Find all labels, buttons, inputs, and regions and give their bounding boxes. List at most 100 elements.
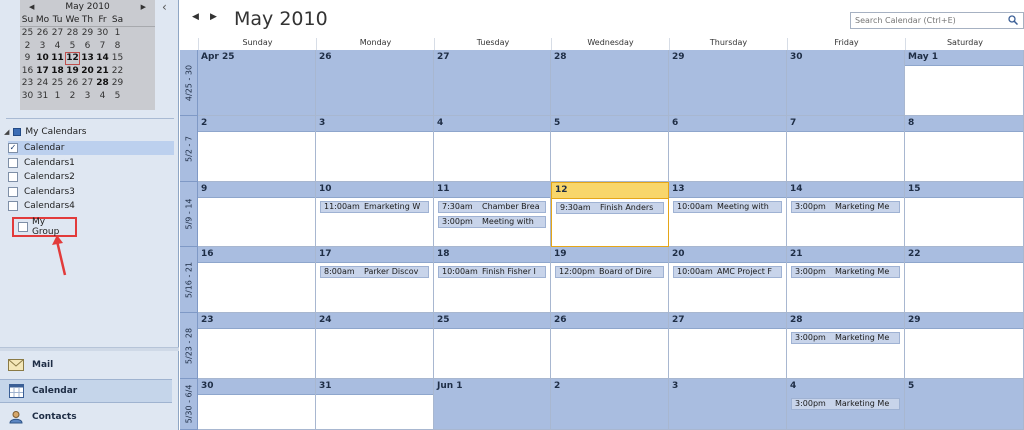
- mini-day[interactable]: 17: [35, 65, 50, 78]
- day-number[interactable]: 30: [787, 50, 904, 66]
- day-number[interactable]: 2: [551, 379, 668, 395]
- mini-day[interactable]: 10: [35, 52, 50, 65]
- mini-day[interactable]: 5: [110, 90, 125, 103]
- day-number[interactable]: 4: [787, 379, 904, 395]
- day-cell[interactable]: 28: [551, 50, 669, 116]
- search-input[interactable]: [850, 12, 1024, 29]
- day-number[interactable]: 11: [434, 182, 550, 198]
- week-label[interactable]: 5/23 - 28: [180, 313, 198, 379]
- previous-month-icon[interactable]: ◀: [192, 12, 199, 22]
- appointment[interactable]: 8:00am Parker Discov: [320, 266, 429, 278]
- day-number[interactable]: 17: [316, 247, 433, 263]
- day-number[interactable]: 29: [669, 50, 786, 66]
- appointment[interactable]: 9:30am Finish Anders: [556, 202, 664, 214]
- day-cell[interactable]: 9: [198, 182, 316, 247]
- day-number[interactable]: 6: [669, 116, 786, 132]
- day-cell[interactable]: 23: [198, 313, 316, 379]
- search-icon[interactable]: [1008, 15, 1018, 25]
- day-cell[interactable]: Jun 1: [434, 379, 551, 430]
- day-number[interactable]: 19: [551, 247, 668, 263]
- day-cell[interactable]: 25: [434, 313, 551, 379]
- day-number[interactable]: Apr 25: [198, 50, 315, 66]
- day-cell[interactable]: Apr 25: [198, 50, 316, 116]
- mini-day[interactable]: 24: [35, 77, 50, 90]
- mini-day[interactable]: 27: [80, 77, 95, 90]
- mini-day[interactable]: 3: [35, 40, 50, 53]
- day-number[interactable]: May 1: [905, 50, 1023, 66]
- mini-day[interactable]: 7: [95, 40, 110, 53]
- day-cell[interactable]: 16: [198, 247, 316, 313]
- mini-day[interactable]: 29: [110, 77, 125, 90]
- next-month-arrow-icon[interactable]: ▶: [141, 0, 146, 14]
- appointment[interactable]: 12:00pm Board of Dire: [555, 266, 664, 278]
- day-cell[interactable]: 2: [551, 379, 669, 430]
- mini-day[interactable]: 11: [50, 52, 65, 65]
- week-label[interactable]: 5/2 - 7: [180, 116, 198, 182]
- mini-day[interactable]: 5: [65, 40, 80, 53]
- day-number[interactable]: 16: [198, 247, 315, 263]
- mini-day[interactable]: 28: [65, 27, 80, 40]
- prev-month-arrow-icon[interactable]: ◀: [29, 0, 34, 14]
- day-cell[interactable]: May 1: [905, 50, 1024, 116]
- day-cell[interactable]: 27: [434, 50, 551, 116]
- mini-day[interactable]: 26: [65, 77, 80, 90]
- mini-day[interactable]: 28: [95, 77, 110, 90]
- day-cell[interactable]: 19 12:00pm Board of Dire: [551, 247, 669, 313]
- day-number[interactable]: 22: [905, 247, 1023, 263]
- day-cell[interactable]: 28 3:00pm Marketing Me: [787, 313, 905, 379]
- calendar-list-item[interactable]: Calendars4: [8, 199, 174, 213]
- day-number[interactable]: 21: [787, 247, 904, 263]
- calendar-list-item[interactable]: Calendars1: [8, 156, 174, 170]
- day-cell[interactable]: 26: [551, 313, 669, 379]
- appointment[interactable]: 11:00am Emarketing W: [320, 201, 429, 213]
- day-number[interactable]: 30: [198, 379, 315, 395]
- mini-day[interactable]: 6: [80, 40, 95, 53]
- mini-day[interactable]: 30: [95, 27, 110, 40]
- day-cell[interactable]: 3: [669, 379, 787, 430]
- day-cell[interactable]: 11 7:30am Chamber Brea 3:00pm Meeting with: [434, 182, 551, 247]
- mini-day[interactable]: 18: [50, 65, 65, 78]
- day-cell[interactable]: 29: [669, 50, 787, 116]
- appointment[interactable]: 10:00am AMC Project F: [673, 266, 782, 278]
- day-number[interactable]: 27: [434, 50, 550, 66]
- day-cell[interactable]: 29: [905, 313, 1024, 379]
- day-cell-today[interactable]: 12 9:30am Finish Anders: [551, 182, 669, 247]
- mini-day[interactable]: 26: [35, 27, 50, 40]
- appointment[interactable]: 3:00pm Marketing Me: [791, 266, 900, 278]
- day-cell[interactable]: 3: [316, 116, 434, 182]
- day-number[interactable]: 25: [434, 313, 550, 329]
- day-number[interactable]: 27: [669, 313, 786, 329]
- mini-day[interactable]: 30: [20, 90, 35, 103]
- mini-day[interactable]: 4: [95, 90, 110, 103]
- week-label[interactable]: 5/30 - 6/4: [180, 379, 198, 430]
- day-number[interactable]: Jun 1: [434, 379, 550, 395]
- mini-day[interactable]: 12: [65, 52, 80, 65]
- mini-day[interactable]: 29: [80, 27, 95, 40]
- mini-day[interactable]: 4: [50, 40, 65, 53]
- day-number[interactable]: 8: [905, 116, 1023, 132]
- day-number[interactable]: 29: [905, 313, 1023, 329]
- mini-day[interactable]: 27: [50, 27, 65, 40]
- day-number[interactable]: 28: [551, 50, 668, 66]
- day-cell[interactable]: 15: [905, 182, 1024, 247]
- day-cell[interactable]: 4: [434, 116, 551, 182]
- day-cell[interactable]: 13 10:00am Meeting with: [669, 182, 787, 247]
- mini-day[interactable]: 22: [110, 65, 125, 78]
- day-number[interactable]: 26: [551, 313, 668, 329]
- mini-day[interactable]: 15: [110, 52, 125, 65]
- day-number[interactable]: 5: [551, 116, 668, 132]
- mini-day[interactable]: 23: [20, 77, 35, 90]
- day-number[interactable]: 14: [787, 182, 904, 198]
- day-cell[interactable]: 21 3:00pm Marketing Me: [787, 247, 905, 313]
- mini-day[interactable]: 20: [80, 65, 95, 78]
- day-number[interactable]: 31: [316, 379, 433, 395]
- day-number[interactable]: 20: [669, 247, 786, 263]
- day-cell[interactable]: 24: [316, 313, 434, 379]
- week-label[interactable]: 5/9 - 14: [180, 182, 198, 247]
- mini-day[interactable]: 1: [50, 90, 65, 103]
- calendar-checkbox[interactable]: [8, 201, 18, 211]
- day-cell[interactable]: 10 11:00am Emarketing W: [316, 182, 434, 247]
- week-label[interactable]: 4/25 - 30: [180, 50, 198, 116]
- appointment[interactable]: 3:00pm Marketing Me: [791, 398, 900, 410]
- day-number[interactable]: 13: [669, 182, 786, 198]
